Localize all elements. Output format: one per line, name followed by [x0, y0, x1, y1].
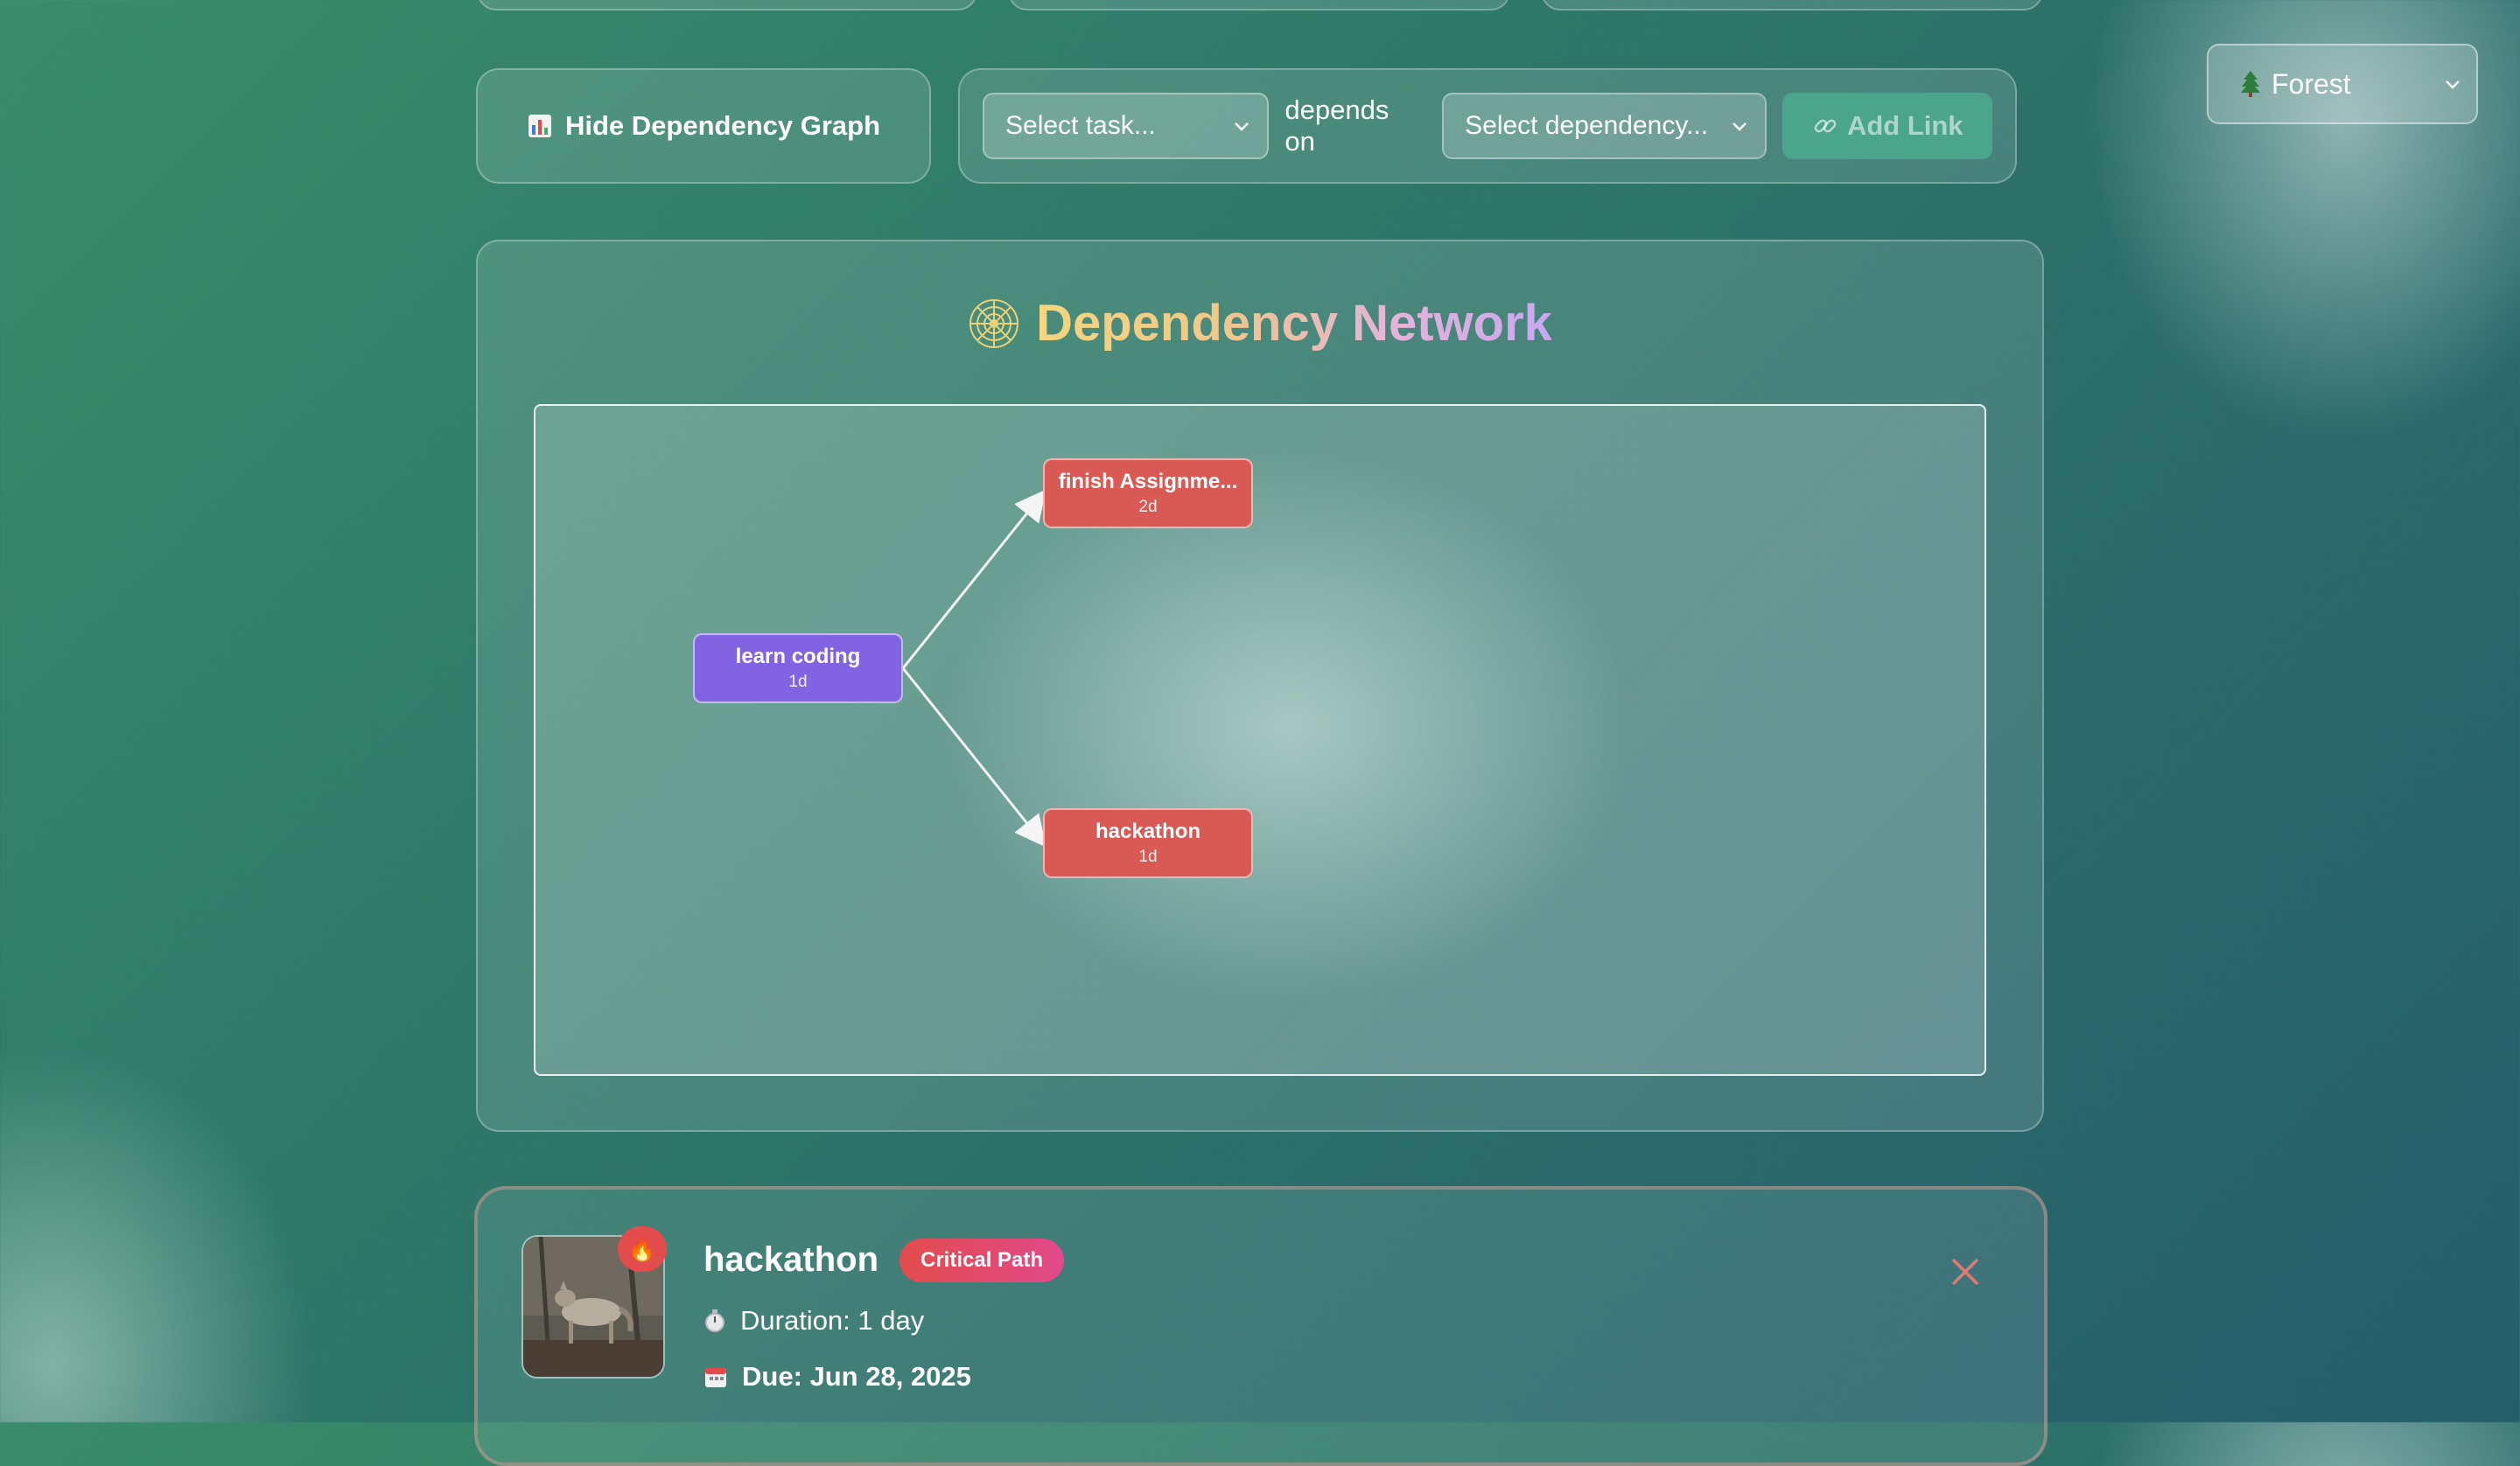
hide-dependency-graph-label: Hide Dependency Graph	[564, 110, 881, 141]
web-icon	[970, 298, 1019, 348]
task-select[interactable]: Select task...	[983, 93, 1270, 159]
graph-node[interactable]: finish Assignme... 2d	[1043, 458, 1253, 528]
chevron-down-icon	[2446, 80, 2460, 89]
graph-node[interactable]: learn coding 1d	[693, 633, 903, 703]
depends-on-label: depends on	[1284, 94, 1390, 157]
stopwatch-icon	[705, 1309, 724, 1332]
task-detail-card: 🔥 hackathon Critical Path Duration: 1 da…	[474, 1186, 2048, 1466]
dependency-select[interactable]: Select dependency...	[1442, 93, 1768, 159]
top-panel-fragment	[477, 0, 977, 10]
theme-select-value: Forest	[2272, 67, 2351, 100]
dependency-select-value: Select dependency...	[1465, 111, 1709, 140]
task-due-text: Due: Jun 28, 2025	[742, 1361, 971, 1392]
graph-node[interactable]: hackathon 1d	[1043, 808, 1253, 878]
close-icon[interactable]	[1948, 1254, 1983, 1289]
node-duration: 2d	[1138, 498, 1158, 516]
add-link-label: Add Link	[1846, 110, 1964, 141]
theme-select[interactable]: Forest	[2207, 44, 2478, 124]
task-due-date: Due: Jun 28, 2025	[704, 1361, 971, 1393]
dependency-graph-panel: Dependency Network learn coding 1d finis…	[476, 240, 2044, 1132]
node-name: learn coding	[735, 645, 861, 668]
task-duration-text: Duration: 1 day	[740, 1305, 925, 1336]
node-name: finish Assignme...	[1058, 470, 1238, 493]
dependency-edge	[901, 489, 1046, 669]
chevron-down-icon	[1235, 122, 1250, 131]
calendar-icon	[705, 1368, 726, 1387]
add-link-button[interactable]: Add Link	[1782, 93, 1992, 159]
add-dependency-panel: Select task... depends on Select depende…	[958, 68, 2017, 184]
node-name: hackathon	[1095, 820, 1201, 843]
node-duration: 1d	[788, 673, 808, 691]
task-duration: Duration: 1 day	[704, 1305, 924, 1337]
hide-dependency-graph-button[interactable]: Hide Dependency Graph	[476, 68, 931, 184]
top-panel-fragment	[1541, 0, 2043, 10]
top-panel-fragment	[1008, 0, 1510, 10]
graph-title-text: Dependency Network	[1036, 295, 1552, 352]
task-select-value: Select task...	[1005, 111, 1156, 140]
dependency-edges	[901, 489, 1046, 848]
fire-icon: 🔥	[618, 1226, 667, 1272]
chevron-down-icon	[1732, 122, 1747, 131]
graph-canvas[interactable]: learn coding 1d finish Assignme... 2d ha…	[534, 404, 1986, 1076]
link-icon	[1814, 119, 1837, 133]
critical-path-badge: Critical Path	[900, 1239, 1065, 1282]
graph-title: Dependency Network	[478, 294, 2042, 353]
node-duration: 1d	[1138, 848, 1158, 866]
bar-chart-icon	[528, 115, 551, 137]
task-name: hackathon	[704, 1240, 879, 1279]
tree-icon	[2241, 71, 2260, 97]
dependency-edge	[901, 667, 1046, 848]
